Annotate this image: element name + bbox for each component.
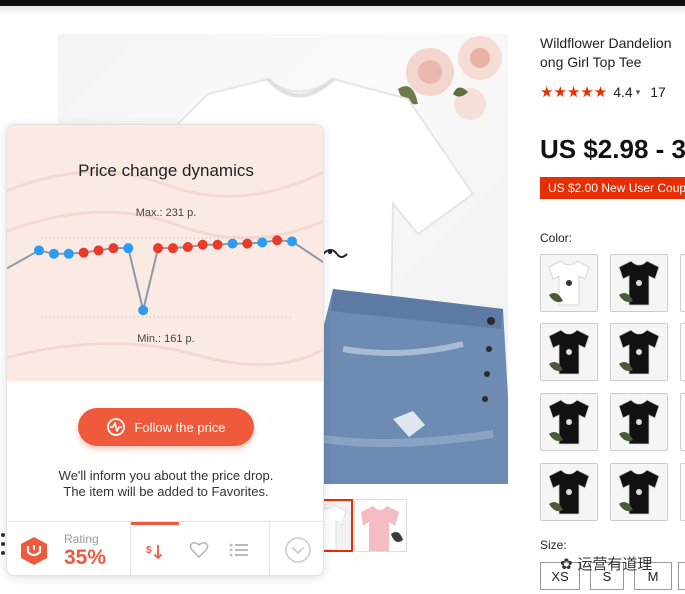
- rating-percent: 35%: [64, 546, 107, 569]
- size-label: Size:: [540, 538, 567, 552]
- color-swatch-partial[interactable]: [680, 463, 685, 521]
- popup-title: Price change dynamics: [78, 161, 254, 180]
- rating-row[interactable]: ★★★★★ 4.4 ▾ 17: [540, 84, 666, 101]
- jeans-illustration: [313, 289, 508, 484]
- price-chart-area: Price change dynamics Max.: 231 p. Min.:…: [7, 125, 323, 381]
- price-point[interactable]: [108, 243, 119, 254]
- color-swatch[interactable]: [610, 393, 668, 451]
- shirt-swatch-icon: [541, 464, 597, 520]
- color-swatch-partial[interactable]: [680, 323, 685, 381]
- follow-info-text: We'll inform you about the price drop. T…: [7, 468, 323, 500]
- tab-price-history[interactable]: $: [131, 522, 179, 575]
- color-swatch[interactable]: [610, 323, 668, 381]
- follow-price-label: Follow the price: [134, 419, 226, 435]
- shirt-swatch-icon: [611, 324, 667, 380]
- price-point[interactable]: [287, 236, 297, 247]
- color-swatch[interactable]: [540, 393, 598, 451]
- collapse-button[interactable]: [269, 522, 323, 575]
- price-point[interactable]: [123, 243, 134, 254]
- shirt-swatch-icon: [611, 464, 667, 520]
- price-point[interactable]: [153, 243, 164, 254]
- price-point[interactable]: [197, 239, 208, 250]
- shirt-swatch-icon: [611, 255, 667, 311]
- shirt-swatch-icon: [541, 255, 597, 311]
- heart-icon: [189, 541, 209, 559]
- price-point[interactable]: [138, 305, 149, 316]
- color-label: Color:: [540, 231, 573, 245]
- price-point[interactable]: [167, 243, 178, 254]
- tab-favorites[interactable]: [179, 522, 219, 575]
- shirt-swatch-icon: [541, 394, 597, 450]
- shopping-bag-logo-icon: [21, 537, 47, 565]
- product-price: US $2.98 - 3.9: [540, 134, 685, 164]
- new-user-coupon-badge[interactable]: US $2.00 New User Coup: [540, 177, 685, 199]
- product-title[interactable]: Wildflower Dandelion ong Girl Top Tee: [540, 34, 685, 72]
- shirt-swatch-icon: [611, 394, 667, 450]
- rating-value: 4.4: [613, 84, 633, 100]
- top-bar-shadow: [0, 6, 685, 16]
- color-swatch-partial[interactable]: [680, 393, 685, 451]
- thumbnail-image: [355, 500, 406, 551]
- color-swatch-partial[interactable]: [680, 254, 685, 312]
- color-swatch[interactable]: [540, 323, 598, 381]
- color-swatch[interactable]: [540, 463, 598, 521]
- chevron-down-circle-icon: [284, 537, 311, 563]
- review-count[interactable]: 17: [650, 84, 666, 100]
- price-point[interactable]: [227, 238, 238, 249]
- follow-price-button[interactable]: Follow the price: [78, 408, 254, 446]
- price-point[interactable]: [212, 239, 223, 250]
- svg-text:$: $: [146, 545, 152, 556]
- info-line-2: The item will be added to Favorites.: [63, 484, 269, 499]
- price-sort-icon: $: [146, 544, 163, 559]
- price-point[interactable]: [182, 242, 193, 253]
- color-swatch[interactable]: [540, 254, 598, 312]
- rating-label: Rating: [64, 532, 99, 546]
- max-price-label: Max.: 231 p.: [135, 207, 197, 219]
- color-swatch[interactable]: [610, 254, 668, 312]
- price-tracker-popup: Price change dynamics Max.: 231 p. Min.:…: [6, 124, 324, 576]
- price-pulse-icon: [107, 418, 126, 436]
- color-swatch[interactable]: [610, 463, 668, 521]
- shirt-swatch-icon: [541, 324, 597, 380]
- list-icon: [229, 543, 248, 557]
- price-point[interactable]: [78, 247, 89, 258]
- watermark-text: 运营有道理: [577, 555, 653, 573]
- price-point[interactable]: [48, 248, 59, 259]
- info-line-1: We'll inform you about the price drop.: [58, 468, 274, 483]
- size-option-partial[interactable]: [678, 562, 685, 590]
- wechat-icon: ✿: [560, 555, 578, 573]
- min-price-label: Min.: 161 p.: [137, 333, 195, 345]
- popup-footer: Rating 35% $: [7, 521, 323, 575]
- thumbnail-pink-shirt[interactable]: [354, 499, 407, 552]
- wechat-watermark: ✿ 运营有道理: [560, 553, 652, 574]
- price-point[interactable]: [63, 248, 74, 259]
- price-point[interactable]: [242, 238, 253, 249]
- seller-rating[interactable]: Rating 35%: [7, 522, 131, 575]
- chevron-down-icon: ▾: [635, 86, 641, 97]
- price-point[interactable]: [257, 237, 268, 248]
- tab-list[interactable]: [219, 522, 259, 575]
- price-point[interactable]: [34, 245, 44, 256]
- price-point[interactable]: [272, 235, 283, 246]
- rating-stars-icon: ★★★★★: [540, 84, 608, 101]
- price-point[interactable]: [93, 245, 104, 256]
